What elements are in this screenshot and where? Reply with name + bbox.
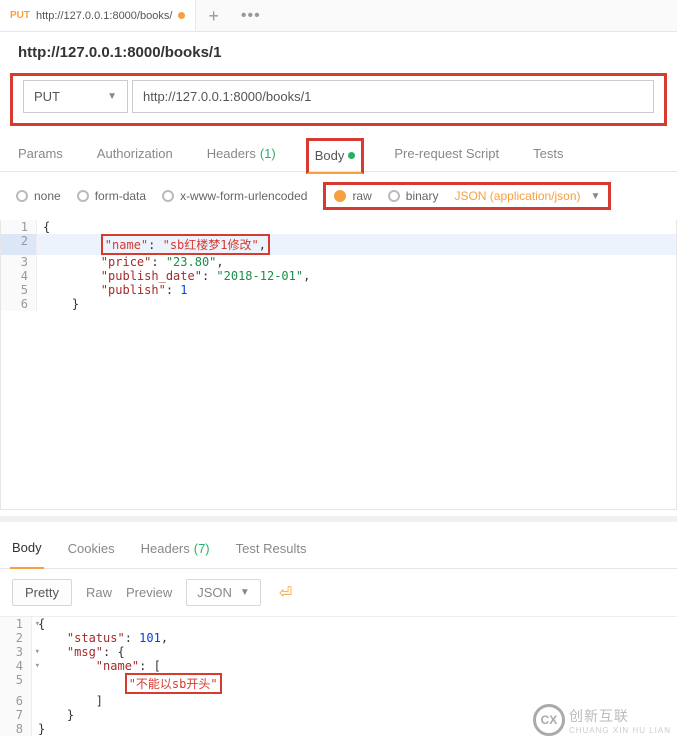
response-area: Body Cookies Headers (7) Test Results Pr… <box>0 516 677 736</box>
radio-icon <box>388 190 400 202</box>
highlight-name-line: "name": "sb红楼梦1修改", <box>101 234 270 255</box>
logo-icon: CX <box>533 704 565 736</box>
tab-authorization[interactable]: Authorization <box>93 138 177 171</box>
tab-bar: PUT http://127.0.0.1:8000/books/ + ••• <box>0 0 677 32</box>
code: "23.80" <box>166 255 217 269</box>
fold-icon[interactable]: ▾ <box>35 619 40 629</box>
chevron-down-icon: ▼ <box>107 91 117 102</box>
opt-raw[interactable]: raw <box>334 189 371 203</box>
opt-formdata[interactable]: form-data <box>77 189 146 203</box>
opt-raw-label: raw <box>352 189 371 203</box>
radio-checked-icon <box>334 190 346 202</box>
opt-none[interactable]: none <box>16 189 61 203</box>
content-type-select[interactable]: JSON (application/json) ▼ <box>454 189 600 203</box>
tab-tests[interactable]: Tests <box>529 138 567 171</box>
format-label: JSON <box>197 585 232 600</box>
opt-binary[interactable]: binary <box>388 189 439 203</box>
fold-icon[interactable]: ▾ <box>35 661 40 671</box>
radio-icon <box>162 190 174 202</box>
code: "msg" <box>67 645 103 659</box>
body-raw-highlight: raw binary JSON (application/json) ▼ <box>323 182 611 210</box>
code: "2018-12-01" <box>216 269 303 283</box>
response-tabs: Body Cookies Headers (7) Test Results <box>0 522 677 569</box>
tab-method: PUT <box>10 10 30 21</box>
request-title: http://127.0.0.1:8000/books/1 <box>0 32 677 73</box>
content-type-label: JSON (application/json) <box>454 189 580 203</box>
code: "publish_date" <box>101 269 202 283</box>
opt-xwww[interactable]: x-www-form-urlencoded <box>162 189 307 203</box>
code: "status" <box>67 631 125 645</box>
resp-tab-headers-label: Headers <box>141 541 190 556</box>
body-type-row: none form-data x-www-form-urlencoded raw… <box>0 172 677 220</box>
request-tab[interactable]: PUT http://127.0.0.1:8000/books/ <box>0 0 196 31</box>
code: "sb红楼梦1修改" <box>163 238 259 252</box>
view-pretty-button[interactable]: Pretty <box>12 579 72 606</box>
fold-icon[interactable]: ▾ <box>35 647 40 657</box>
opt-xwww-label: x-www-form-urlencoded <box>180 189 307 203</box>
code: } <box>67 708 74 722</box>
highlight-error-msg: "不能以sb开头" <box>125 673 222 694</box>
radio-icon <box>16 190 28 202</box>
method-select[interactable]: PUT ▼ <box>23 80 128 113</box>
url-input[interactable]: http://127.0.0.1:8000/books/1 <box>132 80 654 113</box>
method-value: PUT <box>34 89 60 104</box>
unsaved-dot-icon <box>178 12 185 19</box>
tab-headers[interactable]: Headers (1) <box>203 138 280 171</box>
code: "publish" <box>101 283 166 297</box>
resp-tab-body[interactable]: Body <box>10 532 44 569</box>
opt-formdata-label: form-data <box>95 189 146 203</box>
request-body-editor[interactable]: 1{ 2 "name": "sb红楼梦1修改", 3 "price": "23.… <box>0 220 677 510</box>
code: } <box>72 297 79 311</box>
resp-tab-headers-count: (7) <box>194 541 210 556</box>
view-preview-button[interactable]: Preview <box>126 580 172 605</box>
code: 101 <box>139 631 161 645</box>
resp-tab-headers[interactable]: Headers (7) <box>139 532 212 568</box>
wrap-lines-icon[interactable]: ⏎ <box>275 583 296 603</box>
tab-body[interactable]: Body <box>306 138 365 174</box>
resp-tab-tests[interactable]: Test Results <box>234 532 309 568</box>
tab-more-button[interactable]: ••• <box>231 7 271 25</box>
watermark-logo: CX 创新互联 CHUANG XIN HU LIAN <box>533 704 671 736</box>
format-select[interactable]: JSON ▼ <box>186 579 261 606</box>
radio-icon <box>77 190 89 202</box>
request-tabs: Params Authorization Headers (1) Body Pr… <box>0 132 677 172</box>
code: "price" <box>101 255 152 269</box>
code: } <box>38 722 45 736</box>
body-active-dot-icon <box>348 152 355 159</box>
tab-title: http://127.0.0.1:8000/books/ <box>36 10 172 22</box>
tab-headers-label: Headers <box>207 146 256 161</box>
tab-headers-count: (1) <box>260 146 276 161</box>
chevron-down-icon: ▼ <box>591 191 601 202</box>
code: "name" <box>105 238 148 252</box>
chevron-down-icon: ▼ <box>240 587 250 598</box>
code: 1 <box>180 283 187 297</box>
add-tab-button[interactable]: + <box>196 7 231 25</box>
resp-tab-cookies[interactable]: Cookies <box>66 532 117 568</box>
code: ] <box>96 694 103 708</box>
opt-binary-label: binary <box>406 189 439 203</box>
view-raw-button[interactable]: Raw <box>86 580 112 605</box>
code: { <box>43 220 50 234</box>
logo-sub: CHUANG XIN HU LIAN <box>569 726 671 735</box>
logo-name: 创新互联 <box>569 706 671 726</box>
tab-params[interactable]: Params <box>14 138 67 171</box>
tab-prerequest[interactable]: Pre-request Script <box>390 138 503 171</box>
tab-body-label: Body <box>315 148 345 163</box>
opt-none-label: none <box>34 189 61 203</box>
response-toolbar: Pretty Raw Preview JSON ▼ ⏎ <box>0 569 677 616</box>
code: "不能以sb开头" <box>129 677 218 691</box>
request-line: PUT ▼ http://127.0.0.1:8000/books/1 <box>10 73 667 126</box>
code: "name" <box>96 659 139 673</box>
